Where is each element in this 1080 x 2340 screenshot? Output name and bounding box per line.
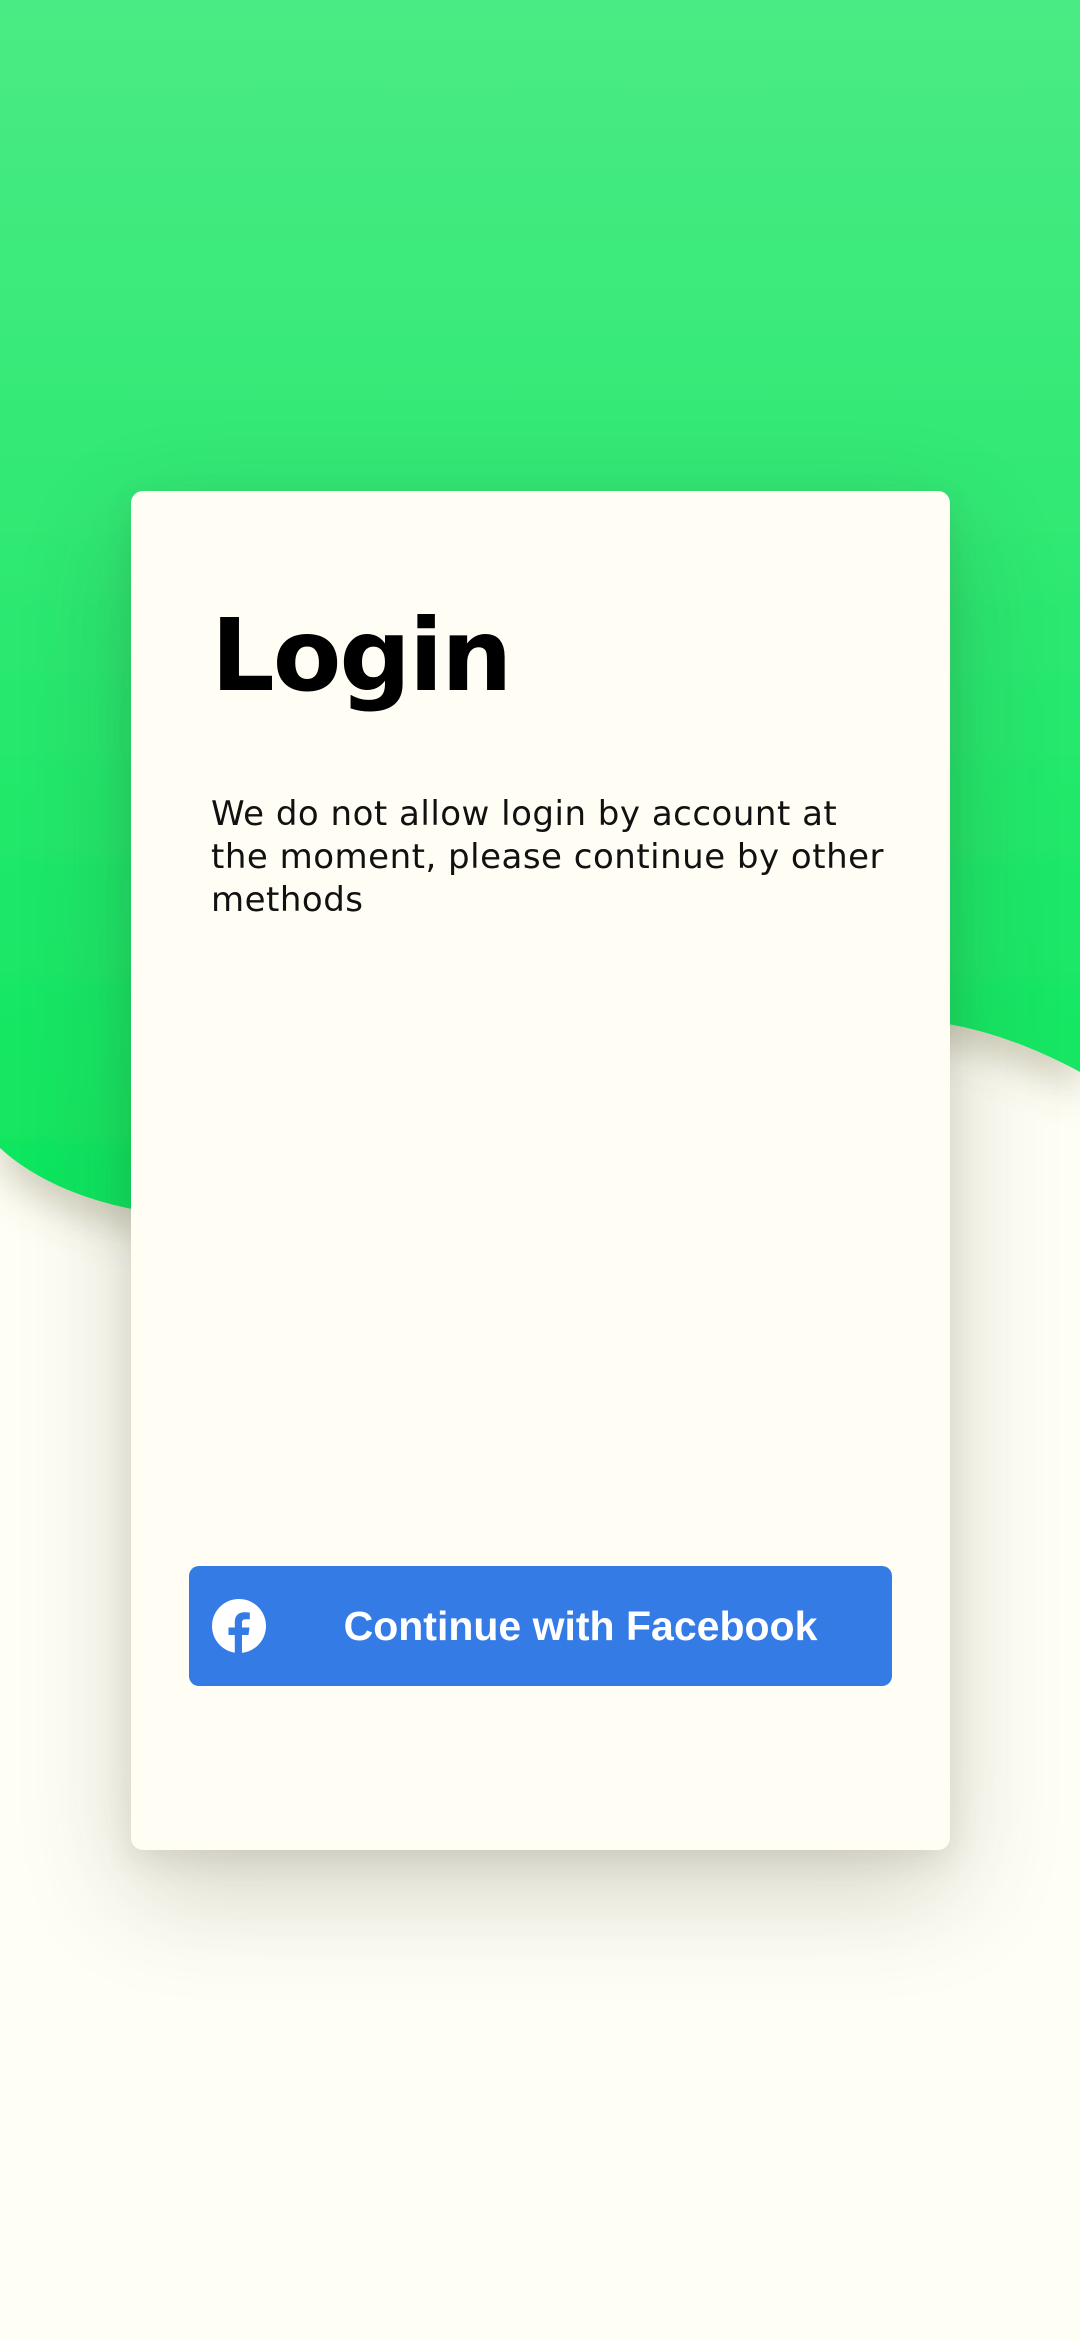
continue-with-facebook-button[interactable]: Continue with Facebook [189,1566,892,1686]
page-title: Login [211,597,512,714]
login-message: We do not allow login by account at the … [211,794,885,920]
login-card: Login We do not allow login by account a… [131,491,950,1850]
facebook-icon [212,1599,266,1654]
facebook-button-label: Continue with Facebook [343,1603,818,1649]
